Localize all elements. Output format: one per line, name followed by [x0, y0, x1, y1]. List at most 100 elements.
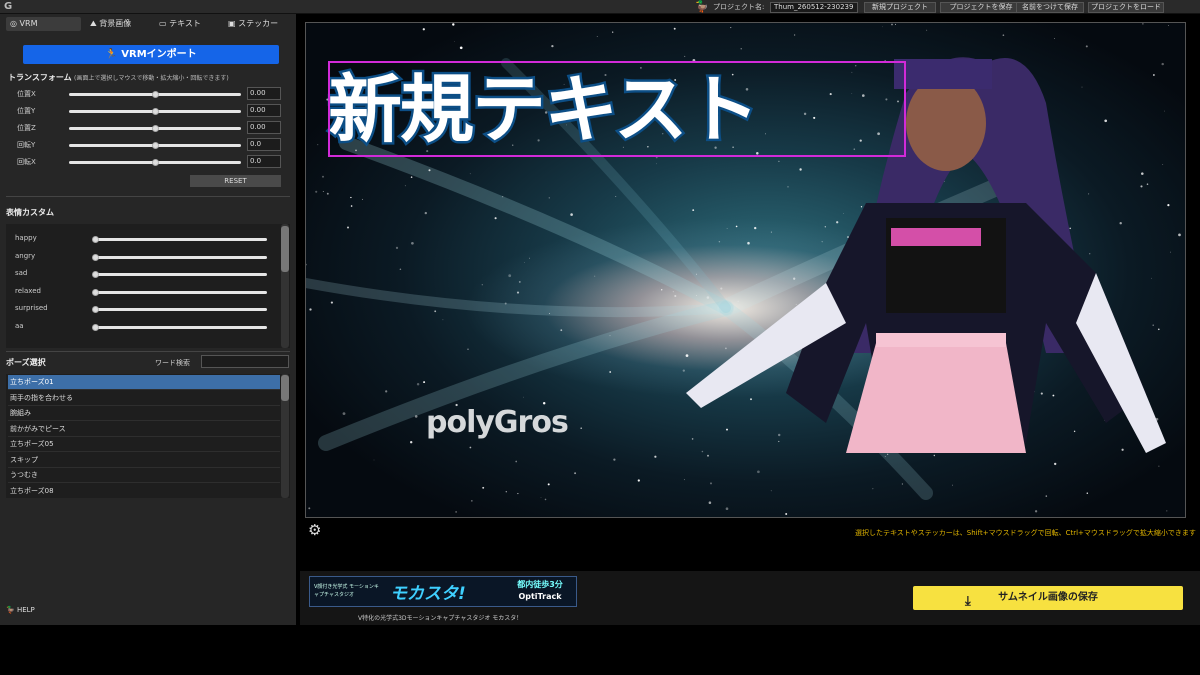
transform-value-input[interactable]: 0.00	[247, 121, 281, 134]
scroll-thumb[interactable]	[281, 226, 289, 272]
gear-icon[interactable]: ⚙	[308, 521, 321, 539]
slider-knob[interactable]	[92, 306, 99, 313]
star	[612, 31, 614, 33]
tab-sticker[interactable]: ▣ ステッカー	[224, 17, 290, 31]
scroll-thumb[interactable]	[281, 375, 289, 401]
pose-list-item[interactable]: うつむき	[8, 468, 280, 483]
star	[696, 295, 697, 296]
slider-knob[interactable]	[152, 159, 159, 166]
star	[411, 241, 414, 245]
slider-knob[interactable]	[152, 108, 159, 115]
star	[322, 175, 324, 178]
banner-line-1: 都内徒歩3分	[517, 580, 563, 589]
slider-knob[interactable]	[92, 236, 99, 243]
transform-value-input[interactable]: 0.00	[247, 104, 281, 117]
star	[952, 484, 953, 486]
expression-slider[interactable]	[95, 290, 267, 294]
expression-slider[interactable]	[95, 308, 267, 311]
chat-icon: ▭	[159, 19, 167, 28]
star	[322, 191, 324, 193]
help-label: HELP	[16, 606, 35, 614]
transform-value-input[interactable]: 0.0	[247, 138, 281, 151]
vrm-import-button[interactable]: 🏃 VRMインポート	[23, 45, 279, 64]
expression-label: relaxed	[15, 286, 41, 295]
tab-vrm[interactable]: ◎ VRM	[6, 17, 81, 31]
star	[609, 335, 611, 337]
star	[778, 440, 780, 443]
star	[1086, 492, 1089, 494]
reset-button[interactable]: RESET	[190, 175, 281, 187]
pose-list-item[interactable]: 立ちポーズ01	[8, 375, 280, 390]
save-project-button[interactable]: プロジェクトを保存	[940, 2, 1022, 13]
project-name-label: プロジェクト名:	[713, 3, 765, 11]
pose-list-item[interactable]: 立ちポーズ05	[8, 437, 280, 452]
star	[836, 221, 839, 224]
transform-value-input[interactable]: 0.0	[247, 155, 281, 168]
star	[672, 291, 674, 293]
save-as-button[interactable]: 名前をつけて保存	[1016, 2, 1084, 13]
pose-list-item[interactable]: 両手の指を合わせる	[8, 391, 280, 406]
star	[770, 490, 772, 492]
star	[549, 312, 550, 314]
star	[518, 280, 521, 283]
star	[737, 300, 739, 302]
expression-slider[interactable]	[95, 255, 267, 259]
expression-slider[interactable]	[95, 238, 267, 241]
star	[1170, 251, 1171, 253]
star	[399, 268, 402, 270]
star	[740, 48, 742, 50]
help-button[interactable]: 🦆 HELP	[6, 606, 35, 614]
expression-label: angry	[15, 251, 36, 260]
slider-knob[interactable]	[152, 142, 159, 149]
star	[395, 246, 399, 250]
mocasta-banner[interactable]: V顔付き光学式 モーションキャプチャスタジオ モカスタ! 都内徒歩3分 Opti…	[309, 576, 577, 607]
transform-value-input[interactable]: 0.00	[247, 87, 281, 100]
slider-knob[interactable]	[92, 271, 99, 278]
word-search-input[interactable]	[201, 355, 289, 368]
divider	[6, 351, 290, 352]
slider-knob[interactable]	[92, 253, 99, 261]
star	[735, 225, 738, 228]
star	[637, 479, 640, 482]
star	[750, 398, 752, 401]
expression-slider[interactable]	[95, 325, 267, 329]
expression-slider[interactable]	[95, 273, 267, 276]
star	[424, 211, 427, 215]
star	[452, 23, 455, 26]
new-project-button[interactable]: 新規プロジェクト	[864, 2, 936, 13]
duck-icon: 🦆	[695, 0, 709, 13]
slider-knob[interactable]	[152, 91, 159, 98]
save-thumbnail-button[interactable]: ⤓ サムネイル画像の保存	[913, 586, 1183, 610]
star	[673, 27, 676, 30]
pose-list-item[interactable]: 立ちポーズ08	[8, 484, 280, 498]
star	[674, 294, 677, 298]
pose-list-item[interactable]: 前かがみでピース	[8, 422, 280, 437]
star	[656, 163, 657, 165]
star	[414, 415, 418, 418]
pose-list-item[interactable]: 腕組み	[8, 406, 280, 421]
star	[350, 196, 352, 199]
text-selection-box[interactable]	[328, 61, 906, 157]
canvas-viewport[interactable]: 新規テキスト polyGros	[305, 22, 1186, 518]
load-project-button[interactable]: プロジェクトをロード	[1088, 2, 1164, 13]
star	[1089, 253, 1091, 255]
star	[1081, 86, 1083, 88]
slider-knob[interactable]	[92, 323, 99, 331]
pose-list-item[interactable]: スキップ	[8, 453, 280, 468]
star	[516, 291, 520, 294]
tab-text[interactable]: ▭ テキスト	[155, 17, 221, 31]
star	[1073, 430, 1076, 433]
star	[1085, 45, 1088, 48]
slider-knob[interactable]	[152, 125, 159, 132]
transform-label: 位置X	[17, 90, 36, 98]
expression-scrollbar[interactable]	[281, 224, 289, 348]
star	[1069, 227, 1071, 230]
star	[482, 486, 485, 489]
tab-background[interactable]: ⛰ 背景画像	[86, 17, 152, 31]
star	[860, 206, 863, 208]
pose-scrollbar[interactable]	[281, 374, 289, 498]
vrm-import-label: VRMインポート	[121, 49, 197, 60]
project-name-input[interactable]: Thum_260512-230239	[770, 2, 858, 13]
slider-knob[interactable]	[92, 288, 99, 296]
star	[529, 257, 530, 259]
